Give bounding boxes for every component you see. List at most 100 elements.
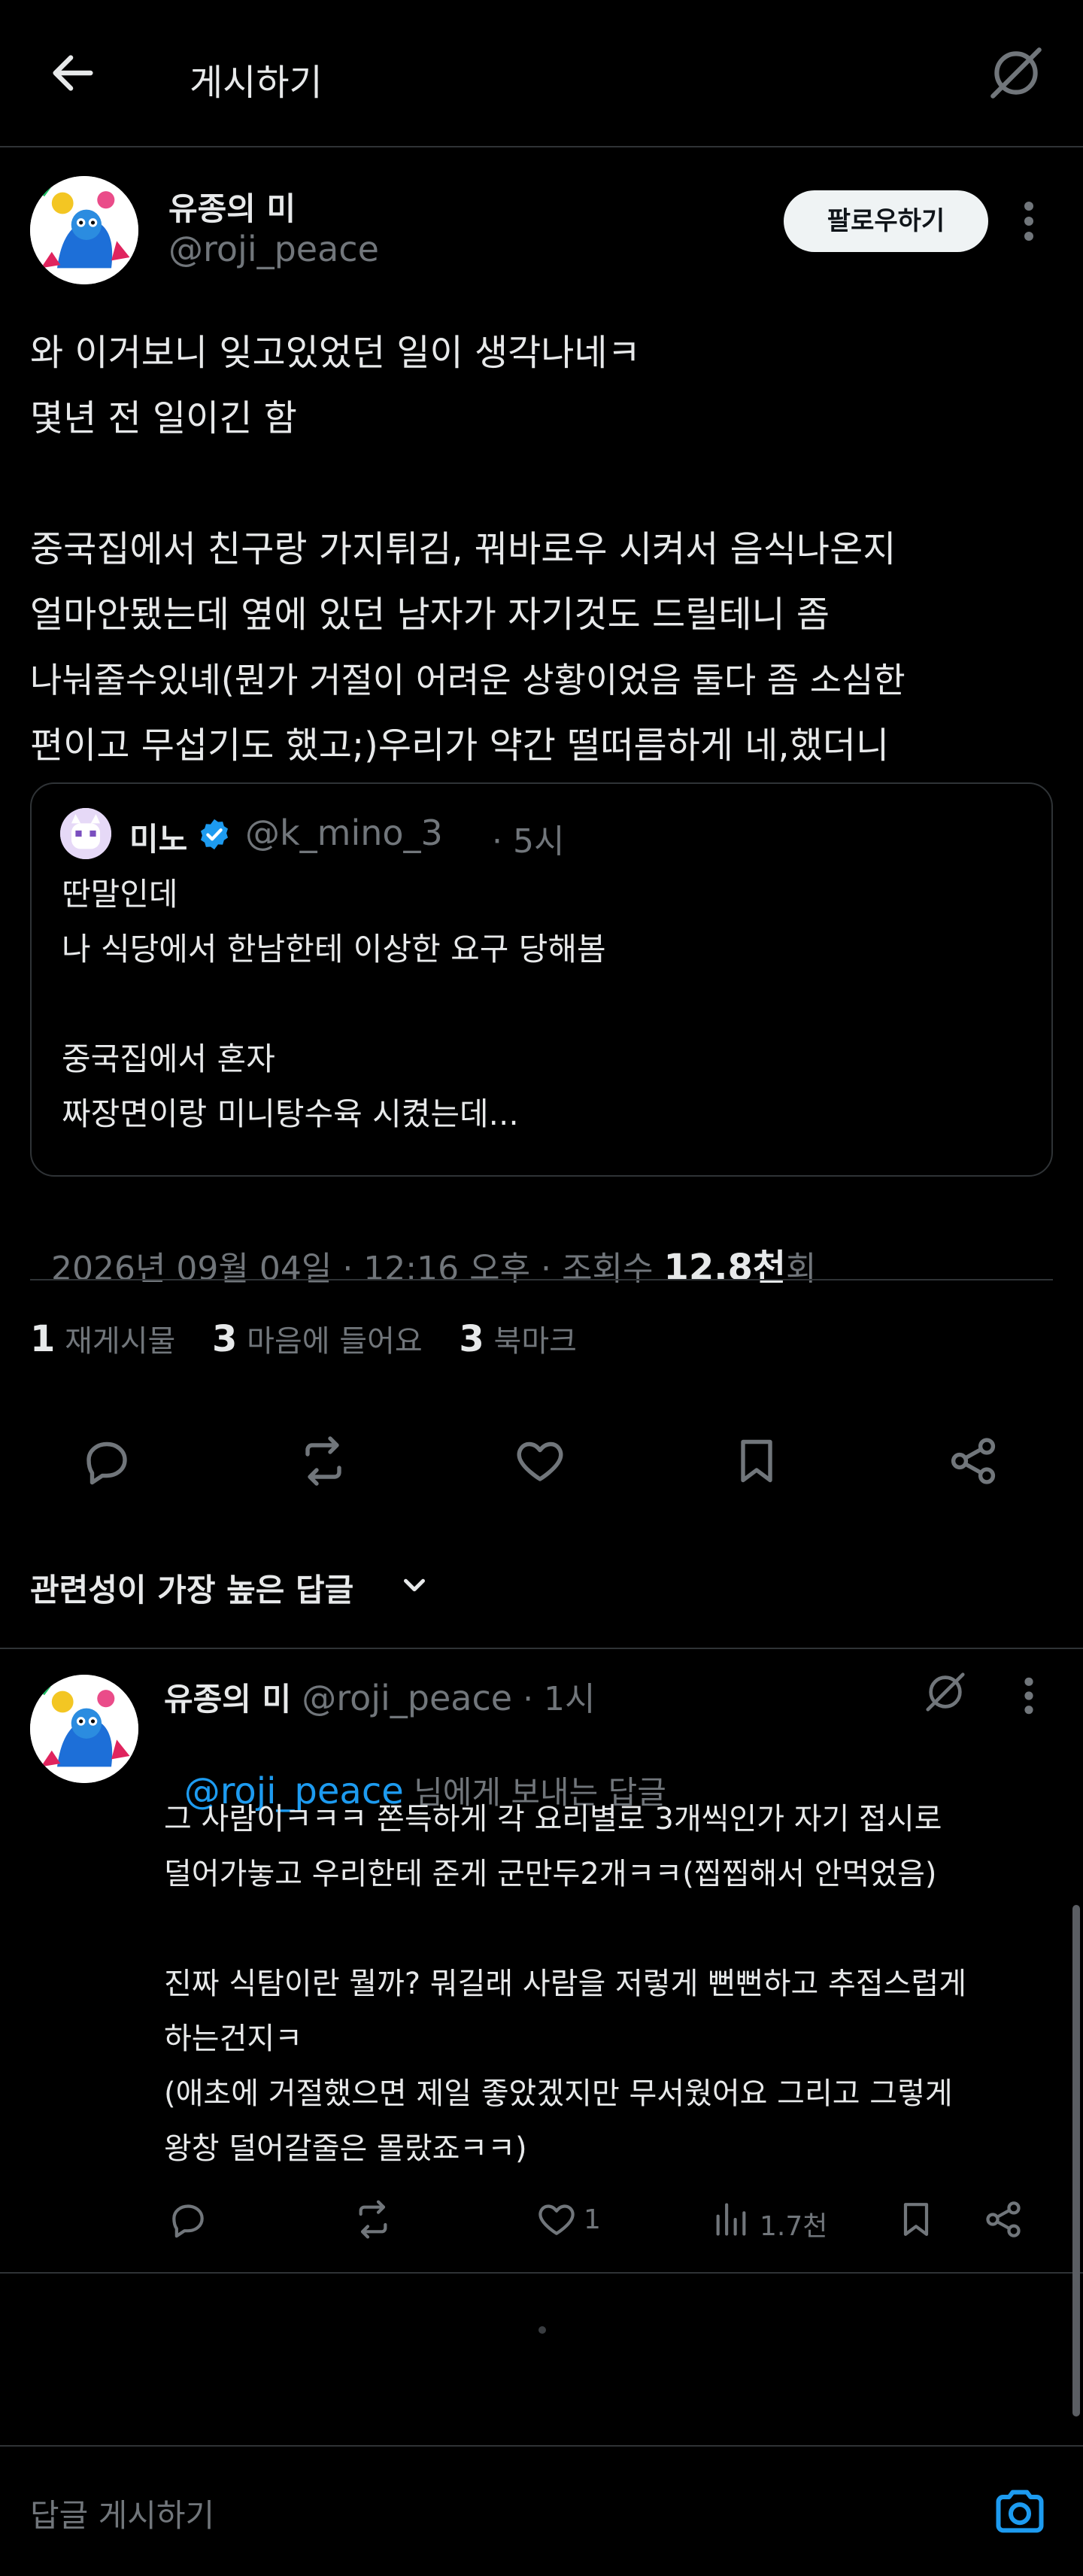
grok-icon xyxy=(990,47,1042,99)
chevron-down-icon[interactable] xyxy=(397,1568,432,1602)
avatar-image xyxy=(30,176,138,284)
reply-timestamp: · 1시 xyxy=(523,1680,596,1718)
quote-author-handle: @k_mino_3 xyxy=(245,813,443,853)
reply-line: 하는건지ㅋ xyxy=(164,2022,302,2056)
reply-line xyxy=(164,1902,1059,1957)
quote-line: 나 식당에서 한남한테 이상한 요구 당해봄 xyxy=(62,931,606,968)
reply-avatar[interactable] xyxy=(30,1675,138,1783)
more-vertical-icon xyxy=(1024,1677,1033,1715)
avatar[interactable] xyxy=(30,176,138,284)
quote-avatar xyxy=(60,808,111,859)
arrow-left-icon xyxy=(53,55,93,91)
view-suffix: 회 xyxy=(786,1250,817,1288)
bookmarks-stat[interactable]: 3 북마크 xyxy=(459,1318,577,1360)
reply-sort-dropdown[interactable]: 관련성이 가장 높은 답글 xyxy=(30,1565,353,1611)
verified-badge-icon xyxy=(197,817,232,852)
bookmarks-label: 북마크 xyxy=(493,1324,577,1359)
page-title: 게시하기 xyxy=(190,62,323,104)
post-body: 와 이거보니 잊고있었던 일이 생각나네ㅋ 몇년 전 일이긴 함 중국집에서 친… xyxy=(30,320,1068,779)
grok-button[interactable] xyxy=(985,42,1047,104)
post-meta: 2026년 09월 04일 · 12:16 오후 · 조회수 12.8천회 xyxy=(30,1199,817,1290)
views-icon xyxy=(716,2203,746,2236)
reposts-label: 재게시물 xyxy=(65,1324,176,1359)
reply-like-count: 1 xyxy=(584,2204,601,2235)
follow-button[interactable]: 팔로우하기 xyxy=(784,190,988,252)
camera-icon xyxy=(996,2489,1044,2533)
header-divider xyxy=(0,146,1083,147)
repost-button[interactable] xyxy=(296,1434,350,1488)
composer-divider xyxy=(0,2445,1083,2447)
quoted-post[interactable]: 미노 @k_mino_3 · 5시 딴말인데 나 식당에서 한남한테 이상한 요… xyxy=(30,782,1053,1177)
bookmark-button[interactable] xyxy=(730,1434,784,1488)
post-line: 와 이거보니 잊고있었던 일이 생각나네ㅋ xyxy=(30,332,641,374)
repost-icon xyxy=(305,1436,341,1486)
post-line: 얼마안됐는데 옆에 있던 남자가 자기것도 드릴테니 좀 xyxy=(30,594,830,636)
reply-line: 덜어가놓고 우리한테 준게 군만두2개ㅋㅋ(찝찝해서 안먹었음) xyxy=(164,1857,937,1891)
quote-author-name: 미노 xyxy=(129,821,188,858)
quote-line: 중국집에서 혼자 xyxy=(62,1040,275,1077)
scrollbar-thumb[interactable] xyxy=(1072,1905,1080,2417)
sort-label: 관련성이 가장 높은 답글 xyxy=(30,1572,354,1608)
author-handle[interactable]: @roji_peace xyxy=(168,229,379,269)
reply-avatar-image xyxy=(30,1675,138,1783)
quote-avatar-image xyxy=(60,808,111,859)
reply-repost-button[interactable] xyxy=(352,2198,394,2240)
reposts-stat[interactable]: 1 재게시물 xyxy=(30,1318,185,1360)
post-date: 2026년 09월 04일 · 12:16 오후 · 조회수 xyxy=(50,1250,664,1288)
loading-indicator xyxy=(538,2326,546,2334)
post-more-button[interactable] xyxy=(1014,199,1044,244)
reply-reply-button[interactable] xyxy=(167,2198,209,2240)
like-button[interactable] xyxy=(513,1434,567,1488)
reply-line: 왕창 덜어갈줄은 몰랐죠ㅋㅋ) xyxy=(164,2131,527,2166)
reply-like-button[interactable] xyxy=(535,2198,578,2240)
reply-bookmark-button[interactable] xyxy=(895,2198,937,2240)
reposts-count: 1 xyxy=(30,1318,56,1360)
heart-icon xyxy=(517,1441,563,1481)
quote-line: 딴말인데 xyxy=(62,876,178,913)
reply-more-button[interactable] xyxy=(1014,1675,1044,1717)
reply-body: 그 사람이ㅋㅋㅋ 쫀득하게 각 요리별로 3개씩인가 자기 접시로 덜어가놓고 … xyxy=(164,1792,1059,2177)
reply-icon xyxy=(86,1441,127,1485)
repost-icon xyxy=(359,2200,387,2239)
reply-author-name[interactable]: 유종의 미 xyxy=(164,1681,291,1718)
quote-line: 짜장면이랑 미니탕수육 시켰는데... xyxy=(62,1095,519,1132)
grok-icon xyxy=(926,1672,965,1712)
likes-stat[interactable]: 3 마음에 들어요 xyxy=(212,1318,432,1360)
reply-share-button[interactable] xyxy=(982,2198,1024,2240)
more-vertical-icon xyxy=(1024,202,1033,241)
reply-button[interactable] xyxy=(80,1434,134,1488)
post-line: 나눠줄수있녜(뭔가 거절이 어려운 상황이었음 둘다 좀 소심한 xyxy=(30,660,906,700)
post-line xyxy=(30,451,1068,517)
view-count: 12.8천 xyxy=(663,1247,787,1289)
reply-divider xyxy=(0,2272,1083,2274)
bookmarks-count: 3 xyxy=(459,1318,484,1360)
post-line: 몇년 전 일이긴 함 xyxy=(30,397,297,439)
post-line: 중국집에서 친구랑 가지튀김, 꿔바로우 시켜서 음식나온지 xyxy=(30,528,896,570)
heart-icon xyxy=(538,2204,575,2235)
author-name[interactable]: 유종의 미 xyxy=(168,184,296,229)
reply-line: 진짜 식탐이란 뭘까? 뭐길래 사람을 저렇게 뻔뻔하고 추접스럽게 xyxy=(164,1967,967,2001)
reply-line: 그 사람이ㅋㅋㅋ 쫀득하게 각 요리별로 3개씩인가 자기 접시로 xyxy=(164,1802,942,1836)
reply-author-handle[interactable]: @roji_peace xyxy=(302,1678,512,1718)
bookmark-icon xyxy=(903,2203,929,2236)
reply-header: 유종의 미 @roji_peace · 1시 xyxy=(164,1672,596,1720)
likes-label: 마음에 들어요 xyxy=(247,1324,423,1359)
quote-body: 딴말인데 나 식당에서 한남한테 이상한 요구 당해봄 중국집에서 혼자 짜장면… xyxy=(62,867,1032,1141)
camera-button[interactable] xyxy=(991,2483,1048,2540)
quote-line xyxy=(62,977,1032,1031)
bookmark-icon xyxy=(741,1439,772,1483)
post-line: 편이고 무섭기도 했고;)우리가 약간 떨떠름하게 네,했더니 xyxy=(30,724,890,767)
share-icon xyxy=(986,2201,1021,2237)
reply-grok-button[interactable] xyxy=(922,1669,969,1715)
reply-views-button[interactable] xyxy=(711,2200,751,2239)
quote-timestamp: · 5시 xyxy=(492,822,565,861)
sort-divider xyxy=(0,1648,1083,1649)
reply-icon xyxy=(172,2204,204,2238)
back-button[interactable] xyxy=(47,47,99,99)
likes-count: 3 xyxy=(212,1318,238,1360)
share-button[interactable] xyxy=(946,1434,1000,1488)
post-stats: 1 재게시물 3 마음에 들어요 3 북마크 xyxy=(30,1317,577,1360)
reply-views-count: 1.7천 xyxy=(760,2211,828,2242)
reply-composer-input[interactable]: 답글 게시하기 xyxy=(30,2490,214,2536)
share-icon xyxy=(951,1438,996,1484)
